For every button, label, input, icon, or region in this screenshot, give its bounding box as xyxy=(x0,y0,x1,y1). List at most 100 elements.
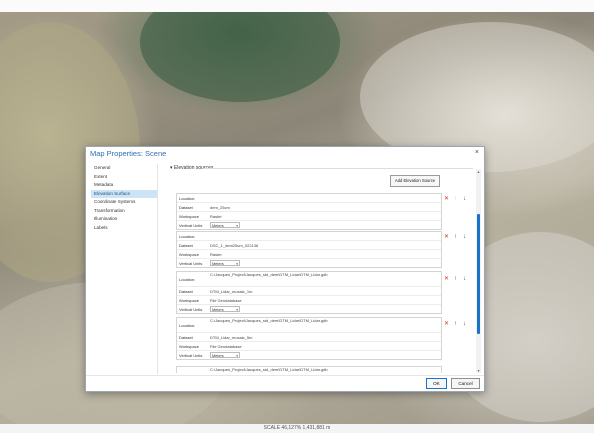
vertical-scrollbar[interactable]: ▴ ▾ xyxy=(476,169,481,373)
remove-icon[interactable]: ✕ xyxy=(442,320,451,327)
field-label: Vertical Units xyxy=(179,222,203,228)
field-label: Vertical Units xyxy=(179,306,203,312)
field-value: DTM_Lidar_mosaic_5m xyxy=(210,334,253,340)
move-down-icon[interactable]: ↓ xyxy=(460,276,469,282)
section-divider xyxy=(203,168,473,169)
source-row-location: Location: C:\Jacques_Project\Jacques_std_… xyxy=(177,318,441,333)
nav-item[interactable]: General xyxy=(91,164,157,173)
source-row-vertical-units: Vertical Units Meters ▾ xyxy=(177,351,441,359)
source-row-location: Location: xyxy=(177,232,441,241)
dialog-titlebar[interactable]: Map Properties: Scene × xyxy=(86,147,484,162)
terrain-shade xyxy=(140,12,340,102)
move-down-icon[interactable]: ↓ xyxy=(460,234,469,240)
field-value: dem_25cm xyxy=(210,204,230,210)
select-value: Meters xyxy=(212,223,224,228)
source-row-workspace: Workspace Raster xyxy=(177,250,441,259)
field-value: C:\Jacques_Project\Jacques_std_dem\DTM_L… xyxy=(210,273,328,277)
field-label: Workspace xyxy=(179,251,199,257)
elevation-source-item[interactable]: Location:C:\Jacques_Project\Jacques_std_… xyxy=(176,366,442,373)
source-row-dataset: Dataset DSC_1_dem25cm_022136 xyxy=(177,241,441,250)
nav-item[interactable]: Metadata xyxy=(91,181,157,190)
add-elevation-source-button[interactable]: Add Elevation Source xyxy=(390,175,440,187)
elevation-source-item[interactable]: Location: Dataset DSC_1_dem25cm_022136 Work… xyxy=(176,231,442,268)
source-row-location: Location: xyxy=(177,194,441,203)
move-up-icon[interactable]: ↑ xyxy=(451,321,460,327)
source-control-group: ✕ ↑ ↓ xyxy=(442,195,472,203)
top-strip xyxy=(0,0,594,12)
field-label: Workspace xyxy=(179,213,199,219)
footer-divider xyxy=(86,375,484,376)
field-label: Vertical Units xyxy=(179,352,203,358)
chevron-down-icon: ▾ xyxy=(236,223,238,228)
remove-icon[interactable]: ✕ xyxy=(442,233,451,240)
remove-icon[interactable]: ✕ xyxy=(442,275,451,282)
move-down-icon[interactable]: ↓ xyxy=(460,196,469,202)
source-row-workspace: Workspace File Geodatabase xyxy=(177,342,441,351)
field-label: Workspace xyxy=(179,297,199,303)
nav-item[interactable]: Extent xyxy=(91,173,157,182)
select-value: Meters xyxy=(212,353,224,358)
elevation-source-item[interactable]: Location: C:\Jacques_Project\Jacques_std_… xyxy=(176,271,442,314)
move-down-icon[interactable]: ↓ xyxy=(460,321,469,327)
ok-button[interactable]: OK xyxy=(426,378,447,389)
scroll-thumb[interactable] xyxy=(477,214,480,334)
remove-icon[interactable]: ✕ xyxy=(442,195,451,202)
source-row-location: Location:C:\Jacques_Project\Jacques_std_… xyxy=(177,367,441,373)
move-up-icon[interactable]: ↑ xyxy=(451,234,460,240)
source-row-dataset: Dataset DTM_Lidar_mosaic_1m xyxy=(177,287,441,296)
map-properties-dialog: Map Properties: Scene × General Extent Met… xyxy=(85,146,485,392)
chevron-down-icon: ▾ xyxy=(236,353,238,358)
select-value: Meters xyxy=(212,307,224,312)
close-icon[interactable]: × xyxy=(475,149,479,156)
nav-item[interactable]: Coordinate Systems xyxy=(91,198,157,207)
chevron-down-icon: ▾ xyxy=(236,261,238,266)
scroll-up-icon[interactable]: ▴ xyxy=(476,169,481,174)
source-row-dataset: Dataset dem_25cm xyxy=(177,203,441,212)
field-label: Dataset xyxy=(179,242,193,248)
dialog-title: Map Properties: Scene xyxy=(90,149,167,158)
nav-item[interactable]: Transformation xyxy=(91,207,157,216)
vertical-units-select[interactable]: Meters ▾ xyxy=(210,259,240,266)
field-value: File Geodatabase xyxy=(210,343,242,349)
cancel-button[interactable]: Cancel xyxy=(451,378,480,389)
field-value: DTM_Lidar_mosaic_1m xyxy=(210,288,253,294)
move-up-icon[interactable]: ↑ xyxy=(451,276,460,282)
nav-item[interactable]: Elevation Surface xyxy=(91,189,157,198)
field-label: Workspace xyxy=(179,343,199,349)
field-label: Location: xyxy=(179,233,196,239)
source-row-vertical-units: Vertical Units Meters ▾ xyxy=(177,259,441,267)
source-row-vertical-units: Vertical Units Meters ▾ xyxy=(177,221,441,229)
nav-item[interactable]: Illumination xyxy=(91,215,157,224)
scroll-down-icon[interactable]: ▾ xyxy=(476,368,481,373)
field-label: Vertical Units xyxy=(179,260,203,266)
field-label: Location: xyxy=(179,195,196,201)
properties-nav: General Extent Metadata Elevation Surface Co… xyxy=(91,164,158,374)
status-bar: SCALE 46,127% 1,431,881 m xyxy=(0,424,594,433)
source-row-dataset: Dataset DTM_Lidar_mosaic_5m xyxy=(177,333,441,342)
elevation-surface-panel: ▾ Elevation sources Location: Dataset dem_… xyxy=(160,163,478,373)
chevron-down-icon: ▾ xyxy=(236,307,238,312)
field-label: Dataset xyxy=(179,334,193,340)
elevation-source-item[interactable]: Location: C:\Jacques_Project\Jacques_std_… xyxy=(176,317,442,360)
field-value: C:\Jacques_Project\Jacques_std_dem\DTM_L… xyxy=(210,368,328,372)
source-row-workspace: Workspace Raster xyxy=(177,212,441,221)
vertical-units-select[interactable]: Meters ▾ xyxy=(210,305,240,312)
field-value: Raster xyxy=(210,251,222,257)
field-label: Dataset xyxy=(179,288,193,294)
select-value: Meters xyxy=(212,261,224,266)
field-value: File Geodatabase xyxy=(210,297,242,303)
source-row-vertical-units: Vertical Units Meters ▾ xyxy=(177,305,441,313)
nav-item[interactable]: Labels xyxy=(91,224,157,233)
vertical-units-select[interactable]: Meters ▾ xyxy=(210,221,240,228)
elevation-source-item[interactable]: Location: Dataset dem_25cm Workspace Raster V… xyxy=(176,193,442,230)
vertical-units-select[interactable]: Meters ▾ xyxy=(210,351,240,358)
source-control-group: ✕ ↑ ↓ xyxy=(442,275,472,283)
source-control-group: ✕ ↑ ↓ xyxy=(442,320,472,328)
field-label: Location: xyxy=(179,372,209,374)
field-value: C:\Jacques_Project\Jacques_std_dem\DTM_L… xyxy=(210,319,328,323)
source-row-location: Location: C:\Jacques_Project\Jacques_std_… xyxy=(177,272,441,287)
field-value: DSC_1_dem25cm_022136 xyxy=(210,242,259,248)
move-up-icon[interactable]: ↑ xyxy=(451,196,460,202)
field-label: Location: xyxy=(179,276,196,282)
field-label: Location: xyxy=(179,322,196,328)
